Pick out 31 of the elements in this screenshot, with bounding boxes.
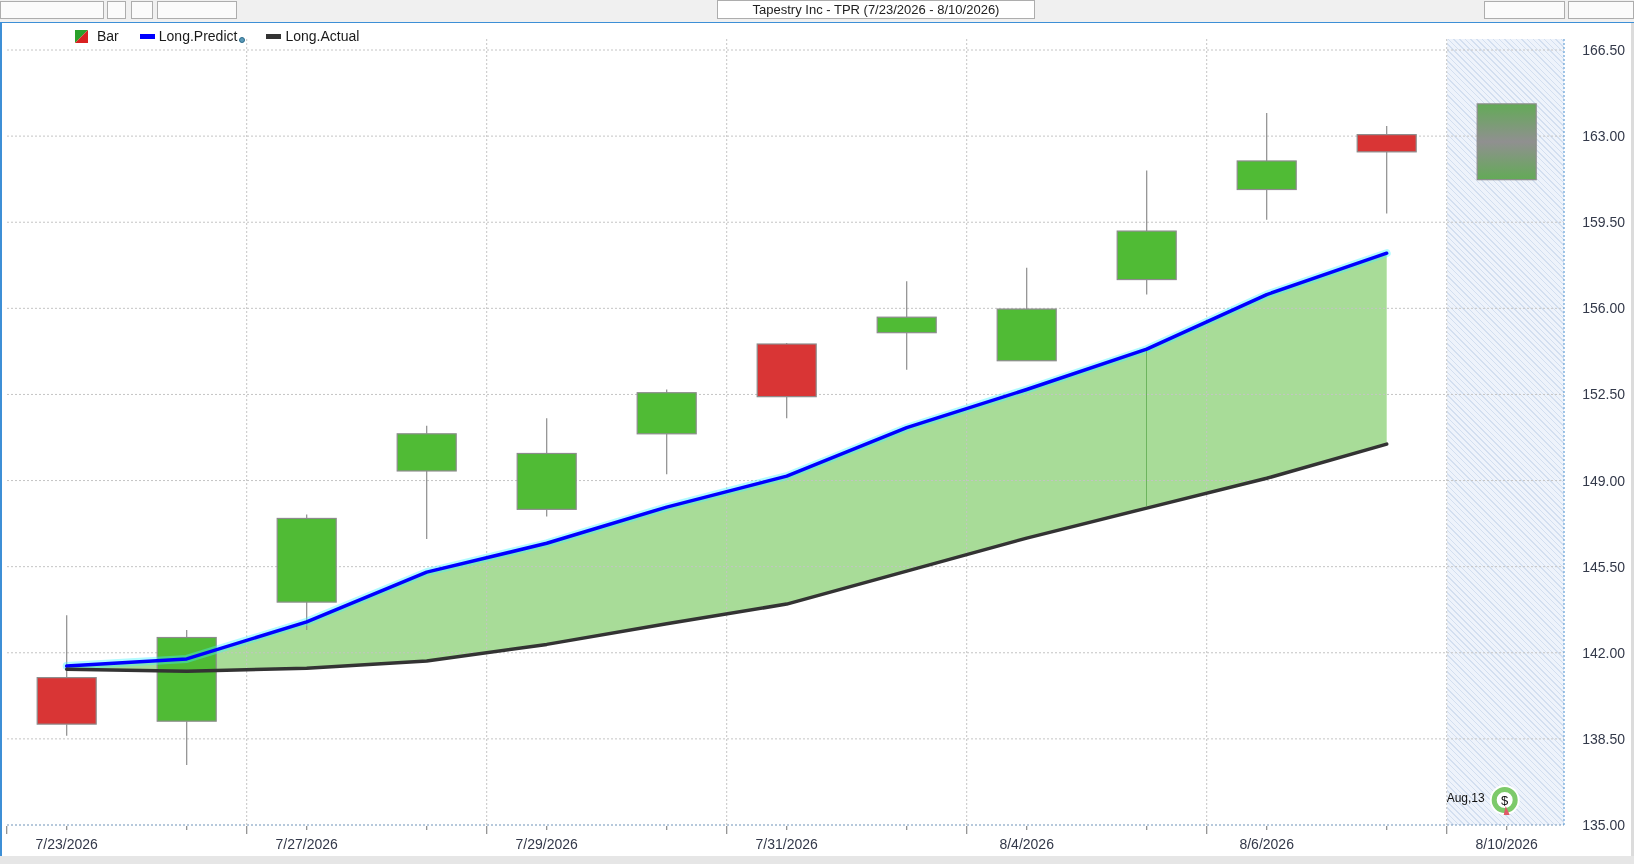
y-axis-label: 163.00: [1582, 128, 1625, 145]
dot-icon: [239, 37, 246, 43]
y-axis-label: 166.50: [1582, 42, 1625, 58]
toolbar-button[interactable]: [1484, 1, 1565, 19]
x-axis-label: 8/6/2026: [1239, 836, 1294, 852]
toolbar-button[interactable]: [1568, 1, 1634, 19]
x-axis-label: 8/10/2026: [1475, 836, 1538, 852]
x-axis-label: 7/23/2026: [35, 836, 98, 852]
y-axis-label: 138.50: [1582, 730, 1625, 747]
toolbar-button[interactable]: [0, 1, 104, 19]
symbol-selector[interactable]: Tapestry Inc - TPR (7/23/2026 - 8/10/2026): [717, 0, 1035, 19]
y-axis-label: 149.00: [1582, 472, 1625, 489]
y-axis-label: 156.00: [1582, 300, 1625, 317]
toolbar-button[interactable]: [131, 1, 153, 19]
dividend-badge[interactable]: $: [1489, 785, 1520, 815]
event-date-label: Aug,13: [1446, 791, 1485, 805]
y-axis-label: 145.50: [1582, 558, 1625, 575]
x-axis-label: 7/29/2026: [515, 836, 578, 852]
toolbar-button[interactable]: [107, 1, 126, 19]
x-axis-label: 8/4/2026: [999, 836, 1054, 852]
y-axis-label: 152.50: [1582, 386, 1625, 403]
x-axis-label: 7/27/2026: [275, 836, 338, 852]
y-axis-label: 159.50: [1582, 214, 1625, 231]
x-axis-label: 7/31/2026: [755, 836, 818, 852]
toolbar-button[interactable]: [157, 1, 237, 19]
y-axis-label: 135.00: [1582, 817, 1625, 833]
legend-label: Long.Predict: [158, 26, 238, 46]
legend-label: Bar: [97, 26, 119, 46]
legend-label: Long.Actual: [285, 26, 360, 46]
y-axis-label: 142.00: [1582, 644, 1625, 661]
candlestick-legend-icon: [75, 29, 88, 43]
